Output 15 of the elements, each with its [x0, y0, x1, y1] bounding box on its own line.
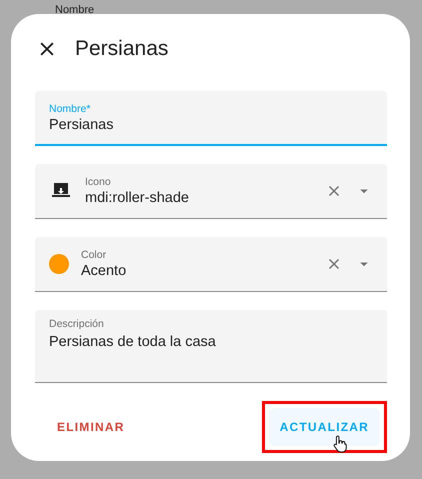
select-field[interactable]: Color Acento [35, 237, 387, 292]
field-label: Icono [85, 176, 111, 188]
delete-button[interactable]: ELIMINAR [46, 408, 136, 446]
field-value: mdi:roller-shade [85, 190, 189, 206]
description-field[interactable]: Descripción Persianas de toda la casa [35, 310, 387, 383]
field-label: Nombre* [49, 102, 90, 114]
field-value: Persianas [49, 116, 114, 132]
field-value: Persianas de toda la casa [49, 334, 216, 350]
select-field[interactable]: Icono mdi:roller-shade [35, 164, 387, 219]
dialog-title: Persianas [75, 36, 168, 60]
field-label: Color [81, 249, 106, 261]
field-label: Nombre [55, 4, 94, 17]
name-field[interactable]: Nombre* Persianas [35, 91, 387, 146]
field-value: Acento [81, 263, 126, 279]
field-label: Descripción [49, 318, 104, 330]
